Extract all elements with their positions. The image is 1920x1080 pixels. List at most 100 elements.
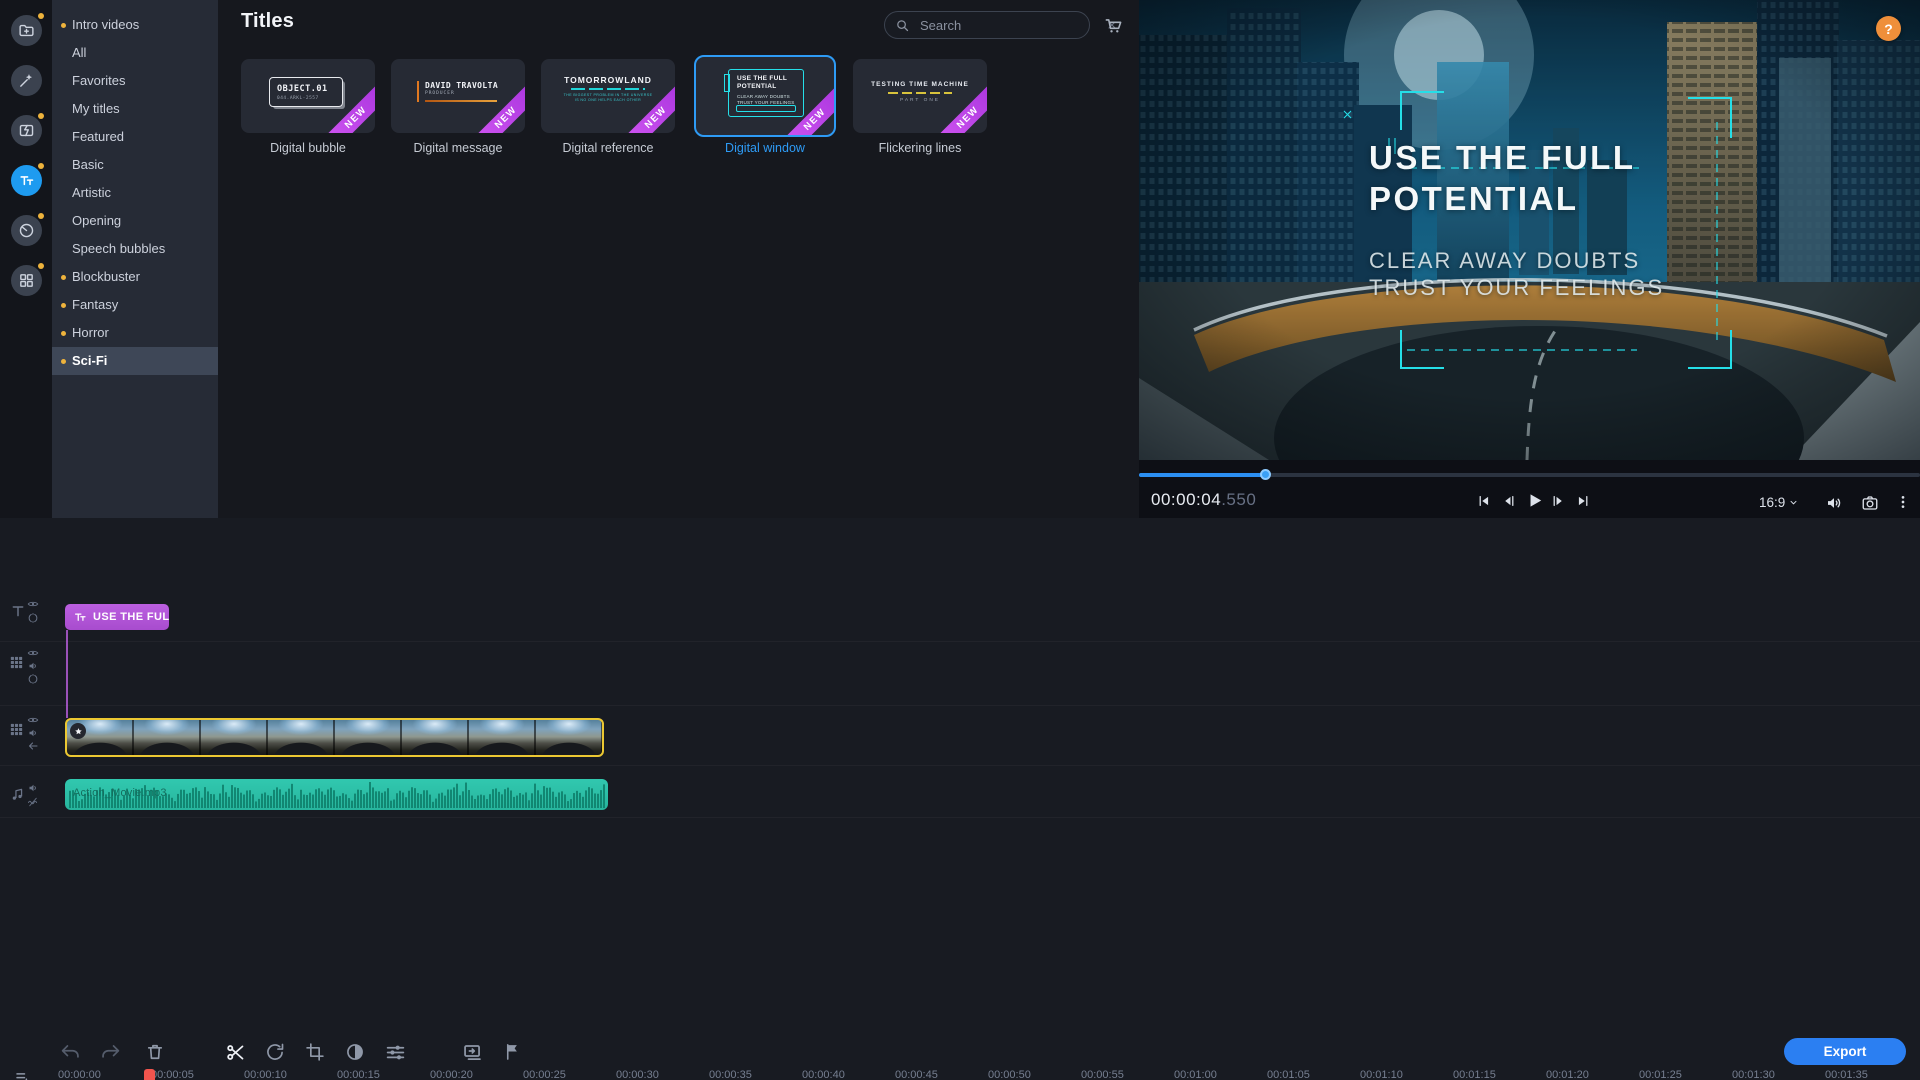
previous-frame-button[interactable]	[1502, 494, 1516, 513]
playhead-handle[interactable]	[144, 1069, 155, 1080]
overlay-pip-button[interactable]	[462, 1042, 483, 1068]
ruler-label: 00:01:00	[1174, 1069, 1217, 1080]
rotate-button[interactable]	[265, 1042, 285, 1067]
category-new-dot	[61, 303, 66, 308]
aspect-ratio-dropdown[interactable]: 16:9	[1759, 495, 1799, 510]
search-box[interactable]	[884, 11, 1090, 39]
overlay-close-icon[interactable]	[1341, 108, 1354, 126]
split-scissors-button[interactable]	[225, 1042, 246, 1068]
seek-bar[interactable]	[1139, 468, 1920, 480]
title-card-digital-reference[interactable]: TOMORROWLAND THE BIGGEST PROBLEM IN THE …	[541, 59, 675, 133]
snapshot-camera-button[interactable]	[1861, 494, 1879, 517]
title-card-digital-window[interactable]: USE THE FULL POTENTIAL CLEAR AWAY DOUBTS…	[694, 55, 836, 137]
delete-button[interactable]	[145, 1042, 165, 1067]
overlay-subtitle-text[interactable]: CLEAR AWAY DOUBTS TRUST YOUR FEELINGS	[1369, 248, 1664, 302]
timeline-ruler[interactable]: 00:00:0000:00:0500:00:1000:00:1500:00:20…	[0, 1068, 1920, 1080]
card-label-digital-message[interactable]: Digital message	[391, 141, 525, 155]
preview-text: PART ONE	[853, 98, 987, 103]
search-icon	[895, 18, 910, 33]
sidebar-item-basic[interactable]: Basic	[52, 151, 218, 179]
sidebar-item-artistic[interactable]: Artistic	[52, 179, 218, 207]
card-label-flickering-lines[interactable]: Flickering lines	[853, 141, 987, 155]
sidebar-item-my-titles[interactable]: My titles	[52, 95, 218, 123]
update-dot	[38, 163, 44, 169]
ruler-label: 00:00:35	[709, 1069, 752, 1080]
update-dot	[38, 113, 44, 119]
audio-track-normalize-icon[interactable]	[27, 795, 39, 813]
rail-transitions-button[interactable]	[11, 115, 42, 146]
video-editor-window: Intro videos All FavoritesMy titlesFeature…	[0, 0, 1920, 1080]
title-clip[interactable]: USE THE FUL	[65, 604, 169, 630]
track-separator	[0, 705, 1920, 706]
search-input[interactable]	[918, 17, 1098, 34]
sidebar-item-horror[interactable]: Horror	[52, 319, 218, 347]
title-card-flickering-lines[interactable]: TESTING TIME MACHINE PART ONE NEW	[853, 59, 987, 133]
sidebar-item-sci-fi[interactable]: Sci-Fi	[52, 347, 218, 375]
sidebar-item-label: All	[72, 45, 86, 60]
current-timecode: 00:00:04.550	[1151, 490, 1256, 510]
ruler-label: 00:00:00	[58, 1069, 101, 1080]
video-track-arrow-left-icon[interactable]	[27, 739, 39, 757]
next-frame-button[interactable]	[1551, 494, 1565, 513]
overlay-title-line2: POTENTIAL	[1369, 180, 1579, 217]
sidebar-item-label: Horror	[72, 325, 109, 340]
sidebar-item-favorites[interactable]: Favorites	[52, 67, 218, 95]
rail-elements-button[interactable]	[11, 265, 42, 296]
color-adjustments-button[interactable]	[345, 1042, 365, 1067]
rail-titles-button[interactable]	[11, 165, 42, 196]
ruler-label: 00:00:45	[895, 1069, 938, 1080]
video-clip[interactable]	[65, 718, 604, 757]
rail-clock-button[interactable]	[11, 215, 42, 246]
overlay-title-text[interactable]: USE THE FULL POTENTIAL	[1369, 138, 1636, 219]
sidebar-item-blockbuster[interactable]: Blockbuster	[52, 263, 218, 291]
ruler-label: 00:01:20	[1546, 1069, 1589, 1080]
card-label-digital-bubble[interactable]: Digital bubble	[241, 141, 375, 155]
update-dot	[38, 263, 44, 269]
audio-clip[interactable]: Action_Movie.mp3	[65, 779, 608, 810]
sidebar-item-label: Opening	[72, 213, 121, 228]
redo-button[interactable]	[100, 1042, 121, 1068]
crop-button[interactable]	[305, 1042, 325, 1067]
preview-text: OBJECT.01	[277, 84, 342, 94]
category-new-dot	[61, 331, 66, 336]
title-track-sync-icon[interactable]	[27, 611, 39, 629]
rail-filters-button[interactable]	[11, 65, 42, 96]
card-label-digital-window[interactable]: Digital window	[694, 141, 836, 155]
title-card-digital-message[interactable]: DAVID TRAVOLTA PRODUCER NEW	[391, 59, 525, 133]
ruler-label: 00:00:50	[988, 1069, 1031, 1080]
preview-text: TESTING TIME MACHINE	[853, 81, 987, 88]
card-label-digital-reference[interactable]: Digital reference	[541, 141, 675, 155]
marker-flag-button[interactable]	[503, 1042, 522, 1066]
timecode-milliseconds: .550	[1221, 490, 1256, 509]
sidebar-item-intro-videos[interactable]: Intro videos	[52, 11, 218, 39]
play-button[interactable]	[1525, 491, 1544, 515]
track-separator	[0, 765, 1920, 766]
ruler-label: 00:00:25	[523, 1069, 566, 1080]
undo-button[interactable]	[60, 1042, 81, 1068]
video-viewport[interactable]: USE THE FULL POTENTIAL CLEAR AWAY DOUBTS…	[1139, 0, 1920, 460]
preview-volume-button[interactable]	[1825, 494, 1843, 517]
preview-menu-kebab-button[interactable]	[1895, 494, 1911, 515]
store-cart-icon[interactable]	[1104, 16, 1123, 40]
sidebar-item-fantasy[interactable]: Fantasy	[52, 291, 218, 319]
sidebar-item-label: Blockbuster	[72, 269, 140, 284]
sidebar-item-opening[interactable]: Opening	[52, 207, 218, 235]
skip-to-start-button[interactable]	[1477, 494, 1491, 513]
sidebar-item-all[interactable]: All	[52, 39, 218, 67]
sidebar-item-speech-bubbles[interactable]: Speech bubbles	[52, 235, 218, 263]
rail-media-button[interactable]	[11, 15, 42, 46]
seek-handle[interactable]	[1260, 469, 1271, 480]
title-clip-tt-icon	[73, 610, 87, 624]
clip-properties-button[interactable]	[385, 1042, 406, 1068]
ruler-label: 00:00:20	[430, 1069, 473, 1080]
sidebar-item-featured[interactable]: Featured	[52, 123, 218, 151]
export-button[interactable]: Export	[1784, 1038, 1906, 1065]
preview-player: USE THE FULL POTENTIAL CLEAR AWAY DOUBTS…	[1139, 0, 1920, 518]
overlay-track-sync-icon[interactable]	[27, 672, 39, 690]
skip-to-end-button[interactable]	[1576, 494, 1590, 513]
help-button[interactable]: ?	[1876, 16, 1901, 41]
wand-icon	[18, 72, 35, 89]
ruler-label: 00:01:30	[1732, 1069, 1775, 1080]
title-card-digital-bubble[interactable]: OBJECT.01 044.ARKL-2557 NEW	[241, 59, 375, 133]
titles-category-sidebar: Intro videos All FavoritesMy titlesFeature…	[52, 0, 218, 518]
